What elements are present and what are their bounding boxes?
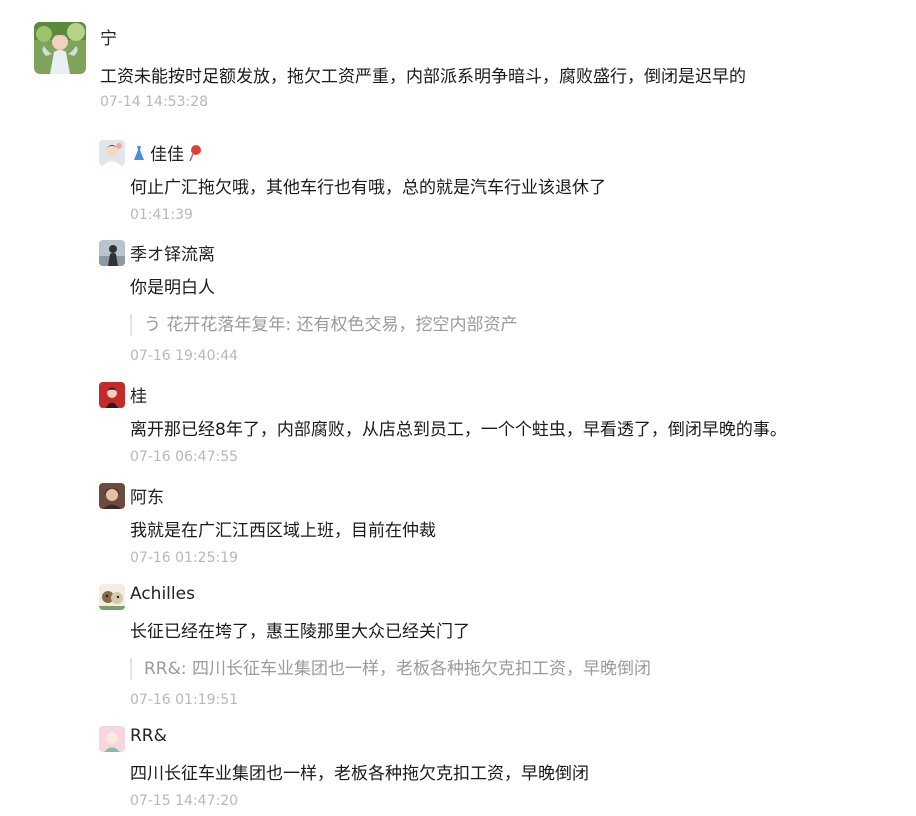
reply-time: 07-16 06:47:55: [130, 449, 239, 465]
reply-time: 01:41:39: [130, 207, 193, 223]
reply-author[interactable]: 佳佳: [130, 140, 204, 165]
main-comment-author[interactable]: 宁: [100, 24, 117, 49]
reply-author[interactable]: Achilles: [130, 584, 195, 604]
reply-text: 我就是在广汇江西区域上班，目前在仲裁: [130, 521, 436, 541]
reply-author[interactable]: 季オ铎流离: [130, 240, 215, 265]
reply-text: 离开那已经8年了，内部腐败，从店总到员工，一个个蛀虫，早看透了，倒闭早晚的事。: [130, 420, 787, 440]
girl-avatar[interactable]: [99, 140, 125, 166]
reply-author-name: 阿东: [130, 488, 164, 508]
portrait-avatar[interactable]: [99, 483, 125, 509]
reply-time: 07-16 19:40:44: [130, 348, 239, 364]
reply-time: 07-16 01:25:19: [130, 550, 239, 566]
reply-author-name: Achilles: [130, 584, 195, 604]
pink-cartoon-avatar[interactable]: [99, 726, 125, 752]
reply-author-name: RR&: [130, 726, 167, 746]
dress-icon: [130, 144, 148, 162]
red-avatar[interactable]: [99, 382, 125, 408]
pin-icon: [186, 144, 204, 162]
cartoon-avatar[interactable]: [99, 584, 125, 610]
comment-thread: 宁 工资未能按时足额发放，拖欠工资严重，内部派系明争暗斗，腐败盛行，倒闭是迟早的…: [0, 0, 916, 816]
reply-text: 何止广汇拖欠哦，其他车行也有哦，总的就是汽车行业该退休了: [130, 178, 606, 198]
reply-author[interactable]: 阿东: [130, 483, 164, 508]
reply-author[interactable]: 桂: [130, 382, 147, 407]
reply-author-name: 桂: [130, 387, 147, 407]
silhouette-avatar[interactable]: [99, 240, 125, 266]
reply-author-name: 季オ铎流离: [130, 245, 215, 265]
reply-time: 07-15 14:47:20: [130, 793, 239, 809]
fairy-girl-avatar[interactable]: [34, 22, 86, 74]
reply-time: 07-16 01:19:51: [130, 692, 239, 708]
main-comment-text: 工资未能按时足额发放，拖欠工资严重，内部派系明争暗斗，腐败盛行，倒闭是迟早的: [100, 67, 746, 87]
reply-text: 四川长征车业集团也一样，老板各种拖欠克扣工资，早晚倒闭: [130, 764, 589, 784]
reply-author[interactable]: RR&: [130, 726, 167, 746]
quoted-reply[interactable]: う 花开花落年复年: 还有权色交易，挖空内部资产: [130, 314, 518, 336]
main-comment-time: 07-14 14:53:28: [100, 94, 209, 110]
reply-text: 你是明白人: [130, 278, 215, 298]
reply-author-name: 佳佳: [150, 145, 184, 165]
reply-text: 长征已经在垮了，惠王陵那里大众已经关门了: [130, 622, 470, 642]
quoted-reply[interactable]: RR&: 四川长征车业集团也一样，老板各种拖欠克扣工资，早晚倒闭: [130, 658, 651, 680]
